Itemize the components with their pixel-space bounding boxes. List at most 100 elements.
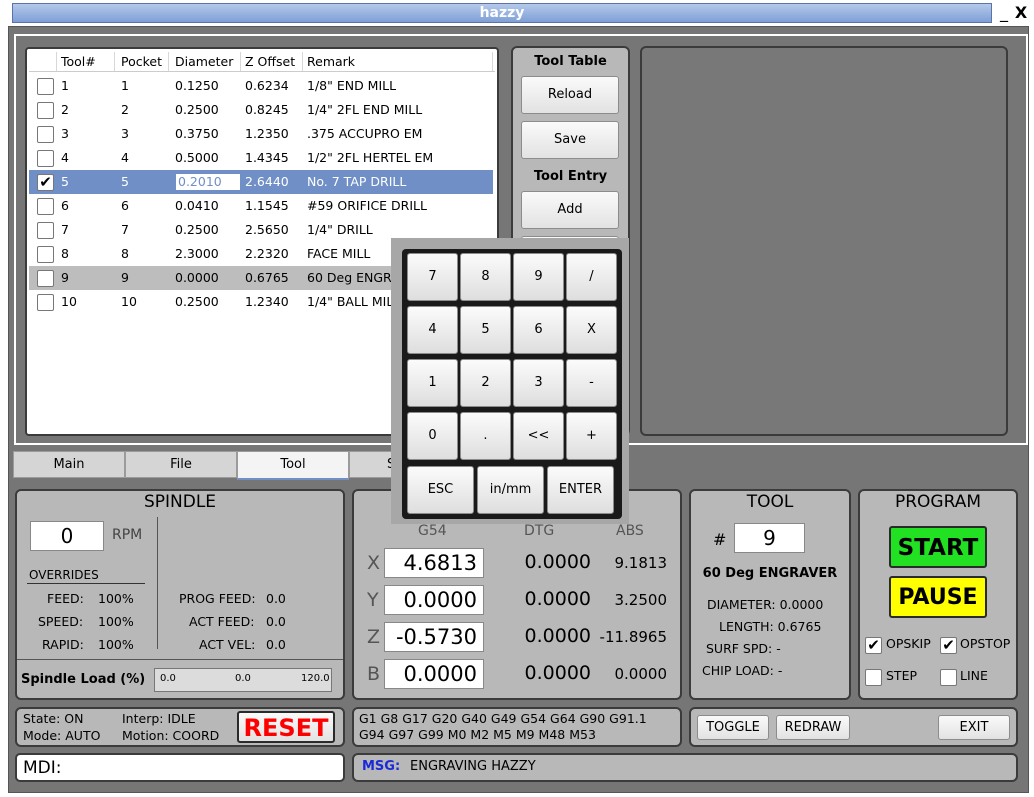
tab-file[interactable]: File — [125, 451, 237, 478]
cell-diameter[interactable]: 0.2010 — [171, 170, 241, 194]
keypad-plus-button[interactable]: + — [566, 412, 617, 460]
add-button[interactable]: Add — [521, 191, 619, 229]
row-checkbox[interactable] — [37, 150, 54, 167]
header-diameter[interactable]: Diameter — [171, 52, 241, 71]
cell-diameter[interactable]: 0.0000 — [171, 266, 241, 290]
keypad-4-button[interactable]: 4 — [407, 306, 458, 354]
window-titlebar[interactable]: hazzy — [12, 3, 992, 23]
cell-zoffset[interactable]: 2.6440 — [241, 170, 303, 194]
keypad-3-button[interactable]: 3 — [513, 359, 564, 407]
row-checkbox[interactable] — [37, 294, 54, 311]
start-button[interactable]: START — [889, 526, 987, 568]
save-button[interactable]: Save — [521, 121, 619, 159]
minimize-icon[interactable]: _ — [995, 3, 1013, 23]
keypad-esc-button[interactable]: ESC — [407, 466, 474, 514]
cell-zoffset[interactable]: 0.6765 — [241, 266, 303, 290]
keypad-backspace-button[interactable]: << — [513, 412, 564, 460]
cell-tool[interactable]: 7 — [57, 218, 115, 242]
row-checkbox[interactable] — [37, 198, 54, 215]
row-checkbox[interactable] — [37, 126, 54, 143]
keypad-minus-button[interactable]: - — [566, 359, 617, 407]
cell-diameter[interactable]: 0.0410 — [171, 194, 241, 218]
keypad-multiply-button[interactable]: X — [566, 306, 617, 354]
step-checkbox[interactable] — [865, 669, 882, 686]
table-row[interactable]: 4 4 0.5000 1.4345 1/2" 2FL HERTEL EM — [29, 146, 493, 170]
cell-zoffset[interactable]: 2.2320 — [241, 242, 303, 266]
opskip-checkbox[interactable]: ✔ — [865, 637, 882, 654]
cell-tool[interactable]: 10 — [57, 290, 115, 314]
cell-zoffset[interactable]: 1.2350 — [241, 122, 303, 146]
cell-diameter[interactable]: 0.2500 — [171, 290, 241, 314]
cell-pocket[interactable]: 6 — [117, 194, 169, 218]
cell-pocket[interactable]: 5 — [117, 170, 169, 194]
toggle-button[interactable]: TOGGLE — [697, 715, 769, 740]
tab-main[interactable]: Main — [13, 451, 125, 478]
row-checkbox[interactable]: ✔ — [37, 174, 54, 191]
table-row[interactable]: 1 1 0.1250 0.6234 1/8" END MILL — [29, 74, 493, 98]
cell-tool[interactable]: 5 — [57, 170, 115, 194]
cell-tool[interactable]: 6 — [57, 194, 115, 218]
cell-pocket[interactable]: 9 — [117, 266, 169, 290]
cell-pocket[interactable]: 4 — [117, 146, 169, 170]
cell-pocket[interactable]: 3 — [117, 122, 169, 146]
keypad-8-button[interactable]: 8 — [460, 253, 511, 301]
keypad-1-button[interactable]: 1 — [407, 359, 458, 407]
row-checkbox[interactable] — [37, 246, 54, 263]
cell-zoffset[interactable]: 2.5650 — [241, 218, 303, 242]
pause-button[interactable]: PAUSE — [889, 576, 987, 618]
row-checkbox[interactable] — [37, 270, 54, 287]
row-checkbox[interactable] — [37, 102, 54, 119]
keypad-divide-button[interactable]: / — [566, 253, 617, 301]
cell-remark[interactable]: 1/2" 2FL HERTEL EM — [303, 146, 493, 170]
dro-g54-value[interactable]: 0.0000 — [384, 659, 484, 689]
cell-pocket[interactable]: 7 — [117, 218, 169, 242]
cell-tool[interactable]: 3 — [57, 122, 115, 146]
cell-remark[interactable]: 1/8" END MILL — [303, 74, 493, 98]
cell-pocket[interactable]: 10 — [117, 290, 169, 314]
opstop-checkbox[interactable]: ✔ — [940, 637, 957, 654]
cell-tool[interactable]: 8 — [57, 242, 115, 266]
exit-button[interactable]: EXIT — [938, 715, 1010, 740]
keypad-units-button[interactable]: in/mm — [477, 466, 544, 514]
cell-remark[interactable]: #59 ORIFICE DRILL — [303, 194, 493, 218]
header-zoffset[interactable]: Z Offset — [241, 52, 303, 71]
cell-zoffset[interactable]: 0.6234 — [241, 74, 303, 98]
close-icon[interactable]: X — [1012, 3, 1030, 23]
mdi-input[interactable]: MDI: — [15, 753, 345, 782]
cell-zoffset[interactable]: 1.2340 — [241, 290, 303, 314]
header-tool[interactable]: Tool# — [57, 52, 115, 71]
cell-tool[interactable]: 2 — [57, 98, 115, 122]
keypad-6-button[interactable]: 6 — [513, 306, 564, 354]
dro-g54-value[interactable]: 0.0000 — [384, 585, 484, 615]
cell-remark[interactable]: No. 7 TAP DRILL — [303, 170, 493, 194]
cell-diameter[interactable]: 0.3750 — [171, 122, 241, 146]
reload-button[interactable]: Reload — [521, 76, 619, 114]
cell-tool[interactable]: 9 — [57, 266, 115, 290]
table-row[interactable]: 3 3 0.3750 1.2350.375 ACCUPRO EM — [29, 122, 493, 146]
tab-tool[interactable]: Tool — [237, 451, 349, 480]
table-row[interactable]: ✔ 5 5 0.2010 2.6440 No. 7 TAP DRILL — [29, 170, 493, 194]
row-checkbox[interactable] — [37, 78, 54, 95]
keypad-5-button[interactable]: 5 — [460, 306, 511, 354]
dro-g54-value[interactable]: 4.6813 — [384, 548, 484, 578]
diameter-edit-field[interactable]: 0.2010 — [175, 173, 241, 191]
cell-pocket[interactable]: 1 — [117, 74, 169, 98]
cell-tool[interactable]: 1 — [57, 74, 115, 98]
cell-diameter[interactable]: 0.1250 — [171, 74, 241, 98]
dro-g54-value[interactable]: -0.5730 — [384, 622, 484, 652]
keypad-decimal-button[interactable]: . — [460, 412, 511, 460]
redraw-button[interactable]: REDRAW — [776, 715, 850, 740]
table-row[interactable]: 2 2 0.2500 0.8245 1/4" 2FL END MILL — [29, 98, 493, 122]
keypad-enter-button[interactable]: ENTER — [547, 466, 614, 514]
keypad-9-button[interactable]: 9 — [513, 253, 564, 301]
cell-zoffset[interactable]: 1.1545 — [241, 194, 303, 218]
cell-pocket[interactable]: 8 — [117, 242, 169, 266]
keypad-0-button[interactable]: 0 — [407, 412, 458, 460]
cell-pocket[interactable]: 2 — [117, 98, 169, 122]
reset-button[interactable]: RESET — [237, 711, 335, 743]
cell-diameter[interactable]: 0.2500 — [171, 98, 241, 122]
cell-remark[interactable]: 1/4" 2FL END MILL — [303, 98, 493, 122]
header-pocket[interactable]: Pocket — [117, 52, 169, 71]
cell-tool[interactable]: 4 — [57, 146, 115, 170]
keypad-7-button[interactable]: 7 — [407, 253, 458, 301]
